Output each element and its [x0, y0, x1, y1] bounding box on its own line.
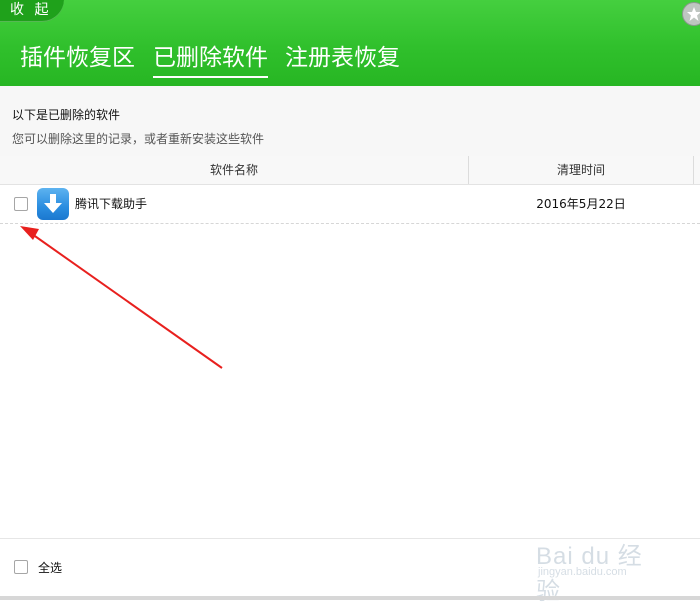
collapse-button[interactable]: 收 起 [0, 0, 64, 22]
select-all-checkbox[interactable] [14, 560, 28, 574]
tab-registry-recovery[interactable]: 注册表恢复 [285, 43, 400, 73]
column-header-clean-time[interactable]: 清理时间 [469, 156, 694, 184]
table-header: 软件名称 清理时间 [0, 156, 700, 185]
clean-time: 2016年5月22日 [536, 197, 626, 211]
tab-deleted-software[interactable]: 已删除软件 [153, 43, 268, 78]
table-row[interactable]: 腾讯下载助手 2016年5月22日 [0, 185, 700, 224]
info-panel: 以下是已删除的软件 您可以删除这里的记录，或者重新安装这些软件 [0, 86, 700, 157]
select-all-label[interactable]: 全选 [38, 559, 62, 576]
row-checkbox[interactable] [14, 197, 28, 211]
footer-bar: 全选 [0, 538, 700, 601]
tab-plugin-recovery[interactable]: 插件恢复区 [20, 43, 135, 73]
bottom-border [0, 596, 700, 600]
column-header-software-name[interactable]: 软件名称 [0, 156, 469, 184]
info-description: 您可以删除这里的记录，或者重新安装这些软件 [12, 132, 265, 146]
info-title: 以下是已删除的软件 [12, 108, 121, 122]
star-pin-icon[interactable] [682, 2, 700, 26]
header-bar: 收 起 插件恢复区 已删除软件 注册表恢复 [0, 0, 700, 86]
software-name: 腾讯下载助手 [75, 197, 148, 211]
download-arrow-icon [37, 188, 69, 220]
